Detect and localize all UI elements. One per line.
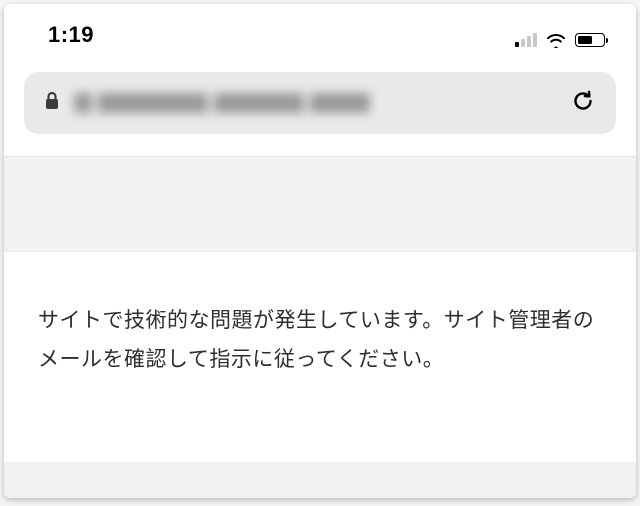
address-bar-container xyxy=(4,56,636,156)
address-bar[interactable] xyxy=(24,72,616,134)
bottom-separator xyxy=(4,462,636,498)
battery-icon xyxy=(575,33,608,47)
separator-band xyxy=(4,156,636,252)
browser-frame: 1:19 xyxy=(4,4,636,498)
status-time: 1:19 xyxy=(32,22,94,48)
wifi-icon xyxy=(545,32,567,48)
url-display xyxy=(74,90,556,116)
reload-icon[interactable] xyxy=(570,88,596,119)
lock-icon xyxy=(44,91,60,116)
error-message: サイトで技術的な問題が発生しています。サイト管理者のメールを確認して指示に従って… xyxy=(38,302,602,380)
battery-fill xyxy=(578,36,592,44)
status-indicators xyxy=(515,32,608,48)
status-bar: 1:19 xyxy=(4,4,636,56)
page-content: サイトで技術的な問題が発生しています。サイト管理者のメールを確認して指示に従って… xyxy=(4,252,636,462)
cellular-icon xyxy=(515,33,537,47)
